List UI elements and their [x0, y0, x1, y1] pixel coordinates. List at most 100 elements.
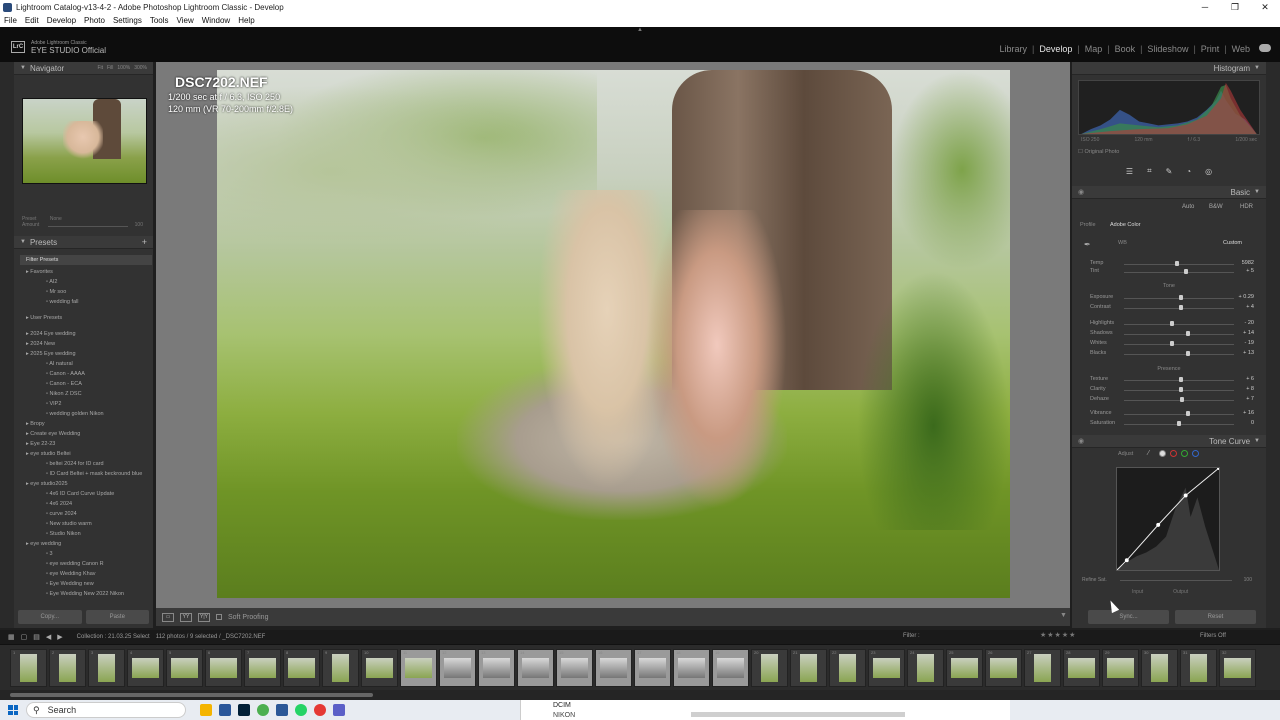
zoom-100[interactable]: 100%	[117, 65, 130, 71]
slider-texture[interactable]: Texture + 6	[1080, 376, 1258, 385]
slider-value[interactable]: 0	[1251, 420, 1254, 426]
slider-knob[interactable]	[1183, 269, 1188, 274]
rating-filter[interactable]: ★★★★★	[1040, 631, 1076, 639]
filmstrip-thumbnail[interactable]: 25	[946, 649, 983, 687]
slider-knob[interactable]	[1179, 387, 1184, 392]
photo-count[interactable]: 112 photos / 9 selected / _DSC7202.NEF	[156, 634, 266, 640]
filmstrip-thumbnail[interactable]: 2	[49, 649, 86, 687]
menu-file[interactable]: File	[4, 16, 17, 25]
filmstrip-thumbnail[interactable]: 19	[712, 649, 749, 687]
navigator-header[interactable]: ▼ Navigator Fit Fill 100% 300%	[14, 62, 153, 75]
slider-track[interactable]	[1124, 324, 1234, 325]
slider-knob[interactable]	[1174, 261, 1179, 266]
menu-settings[interactable]: Settings	[113, 16, 142, 25]
filmstrip-thumbnail[interactable]: 5	[166, 649, 203, 687]
filmstrip-thumbnail[interactable]: 12	[439, 649, 476, 687]
menu-photo[interactable]: Photo	[84, 16, 105, 25]
slider-value[interactable]: + 5	[1246, 268, 1254, 274]
wb-dropdown[interactable]: Custom	[1223, 240, 1242, 246]
eye-toggle-icon[interactable]: ◉	[1078, 188, 1084, 196]
slider-value[interactable]: - 19	[1245, 340, 1254, 346]
preset-item[interactable]: ▫ AI2	[20, 277, 152, 287]
filmstrip-thumbnail[interactable]: 11	[400, 649, 437, 687]
slider-value[interactable]: + 14	[1243, 330, 1254, 336]
preset-item[interactable]: ▫ eye Wedding Khav	[20, 569, 152, 579]
slider-clarity[interactable]: Clarity + 8	[1080, 386, 1258, 395]
filmstrip-thumbnail[interactable]: 3	[88, 649, 125, 687]
filmstrip-thumbnail[interactable]: 6	[205, 649, 242, 687]
slider-contrast[interactable]: Contrast + 4	[1080, 304, 1258, 313]
preset-group[interactable]: ▸ Eye 22-23	[20, 439, 152, 449]
second-window-icon[interactable]: ▢	[21, 633, 28, 641]
parametric-curve-icon[interactable]: ⁄	[1148, 450, 1155, 457]
close-button[interactable]: ✕	[1250, 0, 1280, 14]
slider-track[interactable]	[1124, 400, 1234, 401]
grid-icon[interactable]: ▦	[8, 633, 15, 641]
edit-sliders-icon[interactable]: ☰	[1126, 167, 1133, 176]
filmstrip-thumbnail[interactable]: 31	[1180, 649, 1217, 687]
slider-value[interactable]: + 4	[1246, 304, 1254, 310]
module-library[interactable]: Library	[995, 44, 1031, 54]
preset-item[interactable]: ▫ 3	[20, 549, 152, 559]
preset-item[interactable]: ▫ Eye Wedding New 2022 Nikon	[20, 589, 152, 599]
preset-item[interactable]: ▫ VIP2	[20, 399, 152, 409]
preset-item[interactable]: ▫ wedding golden Nikon	[20, 409, 152, 419]
preset-item[interactable]: ▫ wedding fall	[20, 297, 152, 307]
slider-knob[interactable]	[1170, 341, 1175, 346]
crop-icon[interactable]: ⌗	[1147, 166, 1152, 176]
module-develop[interactable]: Develop	[1035, 44, 1076, 54]
slider-knob[interactable]	[1177, 421, 1181, 426]
module-book[interactable]: Book	[1111, 44, 1140, 54]
profile-dropdown[interactable]: Adobe Color	[1110, 222, 1141, 228]
toolbar-menu-icon[interactable]: ▼	[1060, 612, 1067, 619]
slider-track[interactable]	[1124, 272, 1234, 273]
grid-view-icon[interactable]: ▤	[33, 633, 40, 641]
module-map[interactable]: Map	[1081, 44, 1107, 54]
zoom-fill[interactable]: Fill	[107, 65, 113, 71]
presets-header[interactable]: ▼ Presets +	[14, 236, 153, 249]
filmstrip-thumbnail[interactable]: 16	[595, 649, 632, 687]
slider-value[interactable]: + 13	[1243, 350, 1254, 356]
auto-button[interactable]: Auto	[1182, 204, 1194, 210]
preset-item[interactable]: ▫ Mr soo	[20, 287, 152, 297]
filmstrip-thumbnail[interactable]: 26	[985, 649, 1022, 687]
folder-dcim[interactable]: DCIM	[553, 702, 571, 709]
slider-value[interactable]: + 0.29	[1239, 294, 1254, 300]
basic-header[interactable]: ◉ Basic ▼	[1072, 186, 1266, 199]
before-after-icon[interactable]: Y|Y	[198, 612, 210, 622]
filmstrip-thumbnail[interactable]: 23	[868, 649, 905, 687]
menu-window[interactable]: Window	[202, 16, 230, 25]
slider-track[interactable]	[1124, 344, 1234, 345]
preset-group[interactable]: ▸ Favorites	[20, 267, 152, 277]
hdr-button[interactable]: HDR	[1240, 204, 1253, 210]
preset-group[interactable]: ▸ eye studio2025	[20, 479, 152, 489]
slider-value[interactable]: - 20	[1245, 320, 1254, 326]
preset-item[interactable]: ▫ ID Card Beltei + mask beckround blue	[20, 469, 152, 479]
filters-off-dropdown[interactable]: Filters Off	[1200, 633, 1226, 639]
slider-tint[interactable]: Tint + 5	[1080, 268, 1258, 277]
preset-item[interactable]: ▫ New studio warm	[20, 519, 152, 529]
slider-track[interactable]	[1124, 354, 1234, 355]
slider-value[interactable]: + 8	[1246, 386, 1254, 392]
taskbar-search[interactable]: ⚲ Search	[26, 702, 186, 718]
slider-blacks[interactable]: Blacks + 13	[1080, 350, 1258, 359]
copy-button[interactable]: Copy...	[18, 610, 82, 624]
soft-proofing-checkbox[interactable]	[216, 614, 222, 620]
original-photo-label[interactable]: ☐ Original Photo	[1078, 149, 1119, 155]
filmstrip-thumbnail[interactable]: 29	[1102, 649, 1139, 687]
cloud-icon[interactable]	[1259, 44, 1271, 52]
slider-track[interactable]	[1124, 414, 1234, 415]
slider-value[interactable]: + 16	[1243, 410, 1254, 416]
preset-group[interactable]: ▸ User Presets	[20, 313, 152, 323]
refine-saturation-slider[interactable]	[1120, 580, 1232, 581]
slider-shadows[interactable]: Shadows + 14	[1080, 330, 1258, 339]
loupe-view-icon[interactable]: ▭	[162, 612, 174, 622]
add-preset-icon[interactable]: +	[142, 237, 147, 247]
filmstrip-scrollbar[interactable]	[0, 690, 1280, 700]
right-edge[interactable]	[1266, 62, 1280, 628]
minimize-button[interactable]: ─	[1190, 0, 1220, 14]
slider-knob[interactable]	[1170, 321, 1175, 326]
filmstrip-thumbnail[interactable]: 15	[556, 649, 593, 687]
filmstrip-thumbnail[interactable]: 10	[361, 649, 398, 687]
collection-label[interactable]: Collection : 21.03.25 Select	[77, 634, 150, 640]
